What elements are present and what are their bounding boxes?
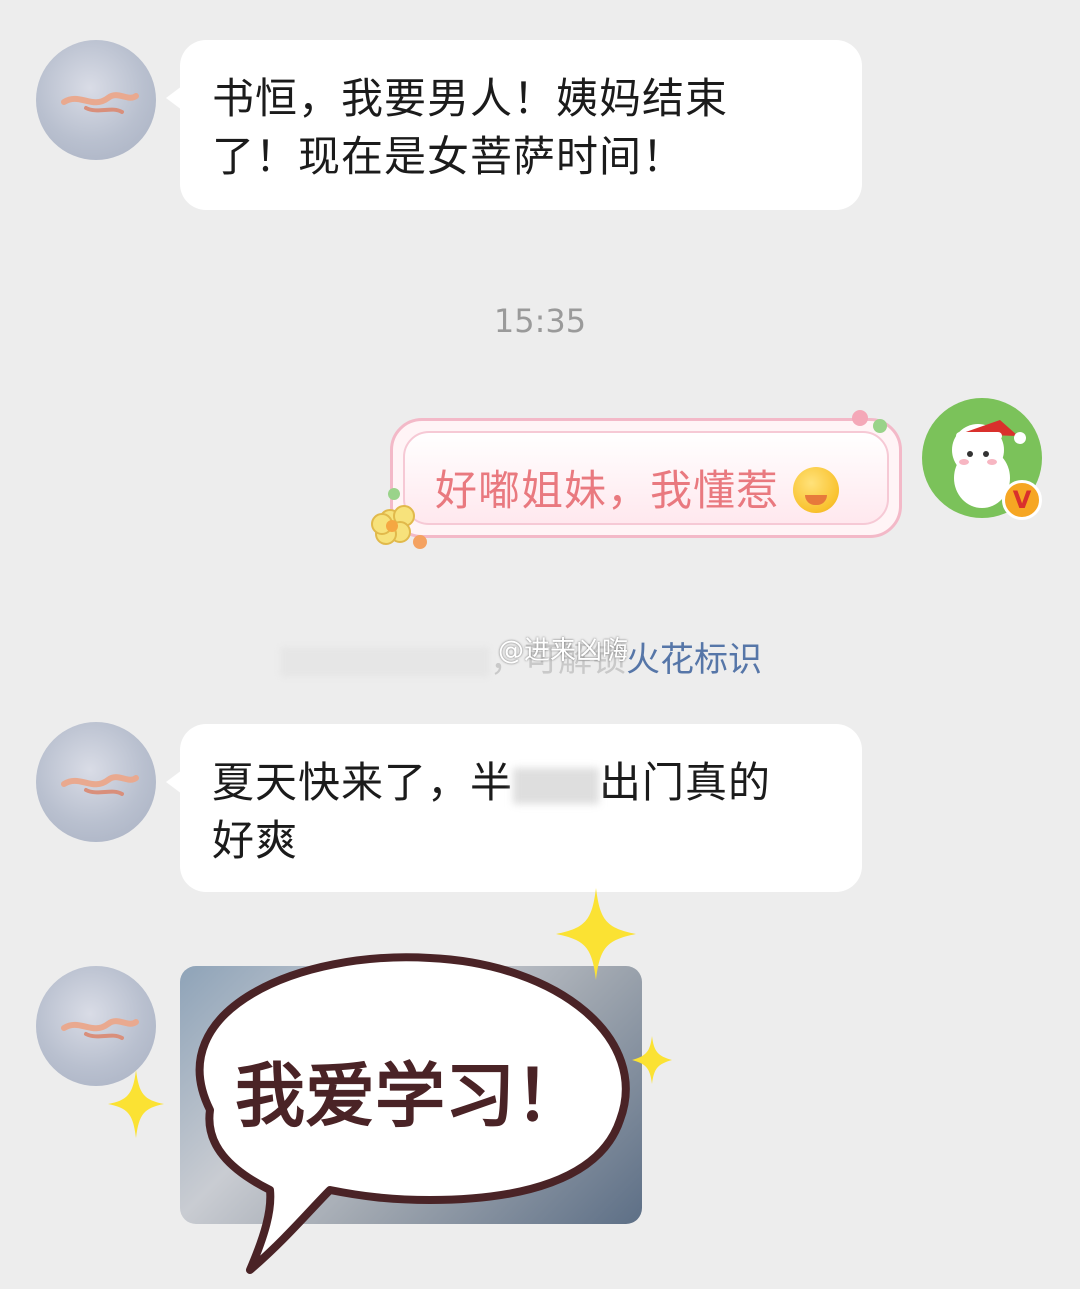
sparkle-icon bbox=[632, 1036, 672, 1084]
speech-sticker[interactable]: 我爱学习！ bbox=[0, 0, 1080, 1289]
sparkle-icon bbox=[108, 1070, 164, 1138]
sticker-text: 我爱学习！ bbox=[235, 1055, 585, 1137]
sparkle-icon bbox=[556, 888, 636, 980]
